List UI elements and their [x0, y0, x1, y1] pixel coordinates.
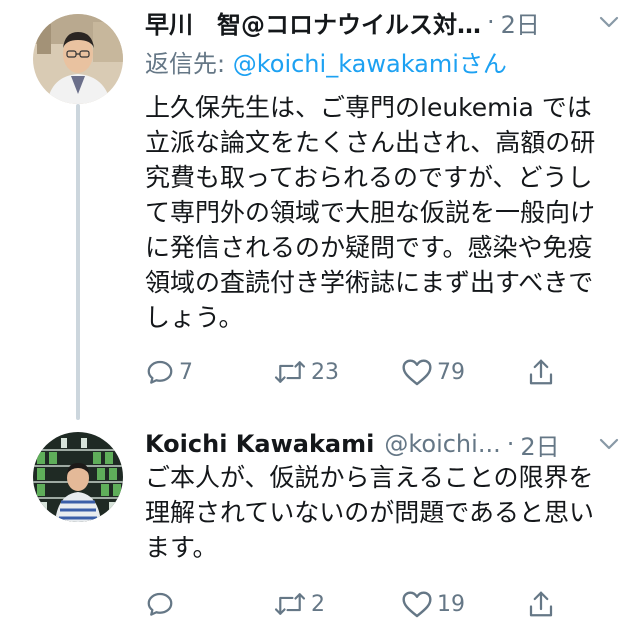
share-icon: [527, 589, 555, 619]
share-button[interactable]: [527, 586, 555, 622]
tweet-body: 上久保先生は、ご専門のleukemia では立派な論文をたくさん出され、高額の研…: [145, 93, 596, 332]
retweet-icon: [273, 589, 307, 619]
display-name[interactable]: 早川 智@コロナウイルス対…: [145, 5, 481, 40]
like-button[interactable]: 19: [401, 586, 465, 622]
tweet-body: ご本人が、仮説から言えることの限界を理解されていないのが問題であると思います。: [145, 463, 595, 562]
avatar-hayakawa[interactable]: [33, 14, 123, 104]
retweet-button[interactable]: 23: [273, 354, 339, 390]
reply-button[interactable]: 7: [145, 354, 193, 390]
reply-to-prefix: 返信先:: [145, 50, 233, 78]
separator-dot: ·: [487, 8, 495, 36]
reply-icon: [145, 357, 175, 387]
reply-count: 7: [179, 359, 193, 385]
heart-icon: [401, 589, 433, 619]
retweet-count: 23: [311, 359, 339, 385]
user-handle[interactable]: @koichi...: [384, 430, 500, 458]
display-name[interactable]: Koichi Kawakami: [145, 430, 374, 458]
chevron-down-icon[interactable]: [598, 433, 620, 455]
reply-icon: [145, 589, 175, 619]
like-count: 19: [437, 591, 465, 617]
timestamp[interactable]: 2日: [501, 5, 540, 40]
thread-connector-line: [76, 104, 80, 420]
reply-button[interactable]: [145, 586, 179, 622]
tweet-2[interactable]: Koichi Kawakami @koichi... · 2日 ご本人が、仮説か…: [0, 420, 640, 640]
share-icon: [527, 357, 555, 387]
tweet-header: Koichi Kawakami @koichi... · 2日: [145, 424, 620, 464]
like-button[interactable]: 79: [401, 354, 465, 390]
share-button[interactable]: [527, 354, 555, 390]
tweet-actions: 2 19: [145, 586, 585, 622]
avatar-koichi-kawakami[interactable]: [33, 432, 123, 522]
retweet-icon: [273, 357, 307, 387]
tweet-1[interactable]: 早川 智@コロナウイルス対… · 2日 返信先: @koichi_kawakam…: [0, 0, 640, 420]
chevron-down-icon[interactable]: [598, 11, 620, 33]
tweet-actions: 7 23 79: [145, 354, 585, 390]
reply-to-suffix: さん: [458, 50, 507, 78]
retweet-count: 2: [311, 591, 325, 617]
heart-icon: [401, 357, 433, 387]
separator-dot: ·: [506, 430, 515, 458]
reply-mention-link[interactable]: @koichi_kawakami: [233, 50, 459, 78]
like-count: 79: [437, 359, 465, 385]
retweet-button[interactable]: 2: [273, 586, 325, 622]
reply-to-line: 返信先: @koichi_kawakamiさん: [145, 44, 507, 79]
tweet-header: 早川 智@コロナウイルス対… · 2日: [145, 2, 620, 42]
timestamp[interactable]: 2日: [520, 427, 559, 462]
